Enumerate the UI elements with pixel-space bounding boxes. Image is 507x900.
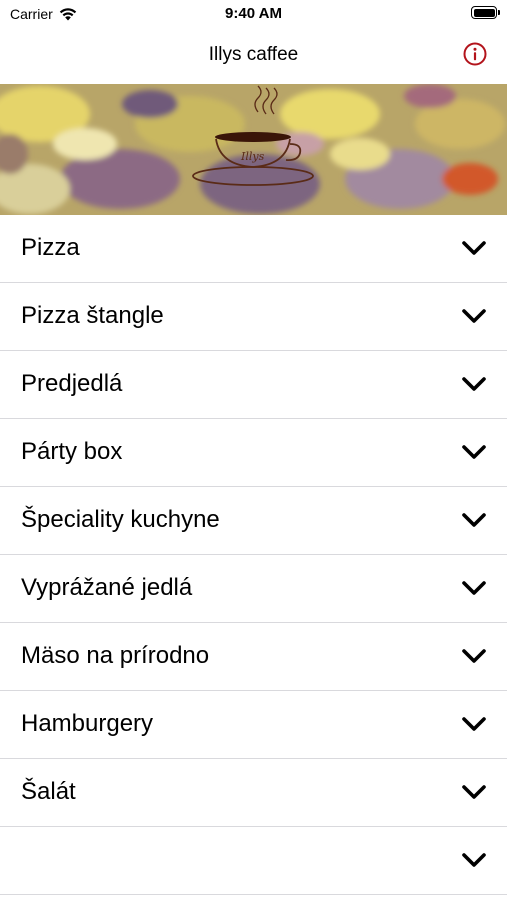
menu-category-label: Pizza štangle (21, 302, 164, 329)
chevron-down-icon[interactable] (461, 375, 487, 393)
menu-category-row[interactable]: Hamburgery (0, 691, 507, 759)
menu-category-row[interactable]: Vyprážané jedlá (0, 555, 507, 623)
menu-category-label: Pizza (21, 234, 80, 261)
menu-category-label: Predjedlá (21, 370, 123, 397)
chevron-down-icon[interactable] (461, 307, 487, 325)
pizza-background-image: Illys (0, 84, 507, 215)
status-time: 9:40 AM (225, 5, 282, 22)
battery-icon (471, 6, 500, 19)
info-icon[interactable] (463, 42, 487, 66)
navigation-bar: Illys caffee (0, 30, 507, 84)
hero-banner: Illys (0, 84, 507, 215)
menu-category-row[interactable]: Párty box (0, 419, 507, 487)
menu-category-row[interactable]: Pizza štangle (0, 283, 507, 351)
menu-category-row[interactable] (0, 827, 507, 895)
menu-category-label: Šalát (21, 778, 76, 805)
status-bar: Carrier 9:40 AM (0, 0, 507, 30)
chevron-down-icon[interactable] (461, 783, 487, 801)
logo-lettering: Illys (240, 150, 265, 163)
chevron-down-icon[interactable] (461, 647, 487, 665)
chevron-down-icon[interactable] (461, 851, 487, 869)
menu-category-label: Vyprážané jedlá (21, 574, 193, 601)
menu-category-row[interactable]: Predjedlá (0, 351, 507, 419)
chevron-down-icon[interactable] (461, 239, 487, 257)
chevron-down-icon[interactable] (461, 443, 487, 461)
chevron-down-icon[interactable] (461, 579, 487, 597)
chevron-down-icon[interactable] (461, 715, 487, 733)
menu-category-label: Mäso na prírodno (21, 642, 210, 669)
menu-category-label: Špeciality kuchyne (21, 506, 220, 533)
menu-category-list: Pizza Pizza štangle Predjedlá Párty box Špec… (0, 215, 507, 895)
menu-category-label: Párty box (21, 438, 123, 465)
chevron-down-icon[interactable] (461, 511, 487, 529)
menu-category-row[interactable]: Šalát (0, 759, 507, 827)
menu-category-row[interactable]: Špeciality kuchyne (0, 487, 507, 555)
menu-category-row[interactable]: Pizza (0, 215, 507, 283)
page-title: Illys caffee (208, 44, 299, 65)
menu-category-label: Hamburgery (21, 710, 154, 737)
menu-category-row[interactable]: Mäso na prírodno (0, 623, 507, 691)
